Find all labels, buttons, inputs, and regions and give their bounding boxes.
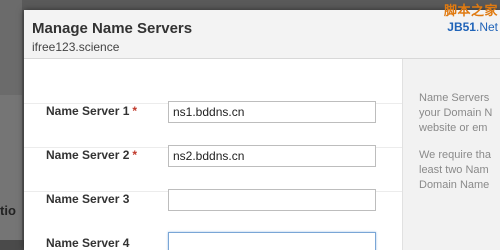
dialog-title: Manage Name Servers: [32, 20, 193, 37]
name-server-row-1: Name Server 1 *: [24, 59, 402, 123]
name-server-row-3: Name Server 3: [24, 147, 402, 211]
watermark-logo: 脚本之家 JB51.Net: [420, 0, 500, 40]
help-panel: Name Servers your Domain N website or em…: [402, 59, 500, 250]
help-text-line-6: Domain Name: [419, 179, 490, 191]
help-text-line-1: Name Servers: [419, 92, 490, 104]
watermark-text-cn: 脚本之家: [443, 3, 498, 18]
name-server-form: Name Server 1* Name Server 2* Name Serve…: [24, 59, 402, 250]
help-text-line-5: least two Nam: [419, 164, 489, 176]
name-server-row-4: Name Server 4: [24, 191, 402, 250]
name-server-4-label: Name Server 4: [46, 236, 130, 250]
domain-name: ifree123.science: [32, 40, 120, 54]
watermark-text-en: JB51.Net: [447, 20, 498, 34]
name-server-4-input[interactable]: [168, 232, 376, 250]
name-server-row-2: Name Server 2 *: [24, 103, 402, 167]
backdrop-strip-top: [0, 0, 22, 95]
manage-name-servers-dialog: Manage Name Servers ifree123.science Nam…: [24, 10, 500, 250]
backdrop-strip-bottom: [0, 95, 22, 240]
background-partial-text: tio: [0, 203, 16, 218]
help-text-line-3: website or em: [419, 122, 488, 134]
help-text-line-2: your Domain N: [419, 107, 493, 119]
help-text-line-4: We require tha: [419, 149, 491, 161]
